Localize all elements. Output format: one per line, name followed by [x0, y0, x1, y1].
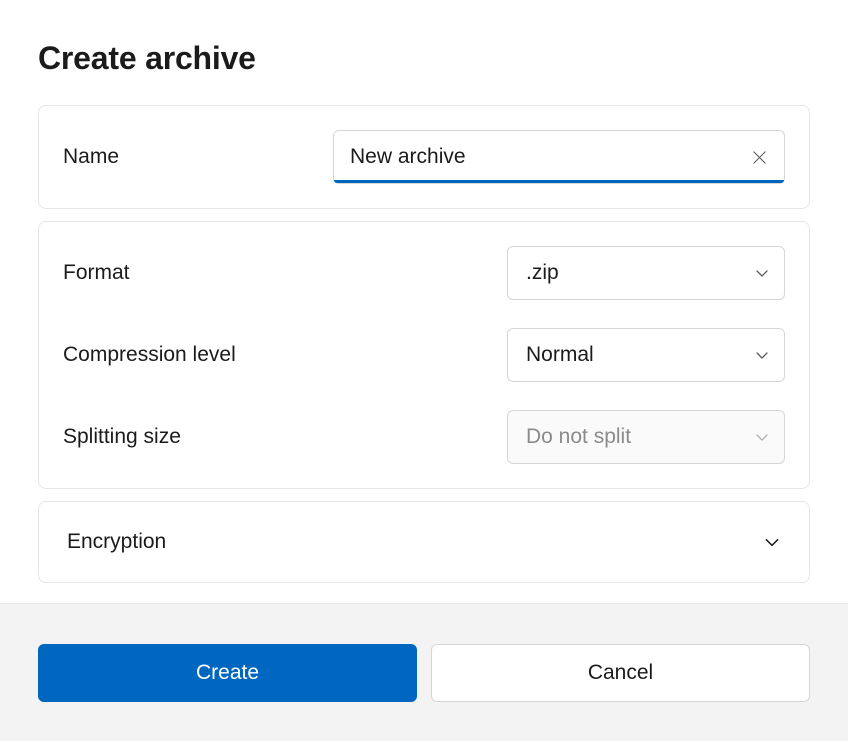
- create-archive-dialog: Create archive Name: [0, 0, 848, 741]
- format-row: Format .zip: [63, 246, 785, 300]
- dialog-content: Create archive Name: [0, 0, 848, 603]
- splitting-label: Splitting size: [63, 425, 181, 449]
- encryption-label: Encryption: [67, 530, 166, 554]
- splitting-row: Splitting size Do not split: [63, 410, 785, 464]
- name-card: Name: [38, 105, 810, 209]
- chevron-down-icon: [754, 347, 770, 363]
- dialog-footer: Create Cancel: [0, 603, 848, 741]
- chevron-down-icon: [754, 429, 770, 445]
- format-select[interactable]: .zip: [507, 246, 785, 300]
- chevron-down-icon: [754, 265, 770, 281]
- name-row: Name: [63, 130, 785, 184]
- cancel-button-label: Cancel: [588, 661, 653, 685]
- compression-row: Compression level Normal: [63, 328, 785, 382]
- options-card: Format .zip Compression level Normal: [38, 221, 810, 489]
- name-input[interactable]: [333, 130, 785, 184]
- name-input-wrap: [333, 130, 785, 184]
- compression-value: Normal: [526, 343, 594, 367]
- clear-name-button[interactable]: [743, 141, 775, 173]
- splitting-value: Do not split: [526, 425, 631, 449]
- dialog-title: Create archive: [38, 40, 810, 77]
- name-label: Name: [63, 145, 119, 169]
- close-icon: [752, 150, 767, 165]
- chevron-down-icon: [763, 533, 781, 551]
- splitting-select: Do not split: [507, 410, 785, 464]
- compression-label: Compression level: [63, 343, 236, 367]
- compression-select[interactable]: Normal: [507, 328, 785, 382]
- format-value: .zip: [526, 261, 559, 285]
- create-button-label: Create: [196, 661, 259, 685]
- create-button[interactable]: Create: [38, 644, 417, 702]
- encryption-expander[interactable]: Encryption: [38, 501, 810, 583]
- format-label: Format: [63, 261, 130, 285]
- cancel-button[interactable]: Cancel: [431, 644, 810, 702]
